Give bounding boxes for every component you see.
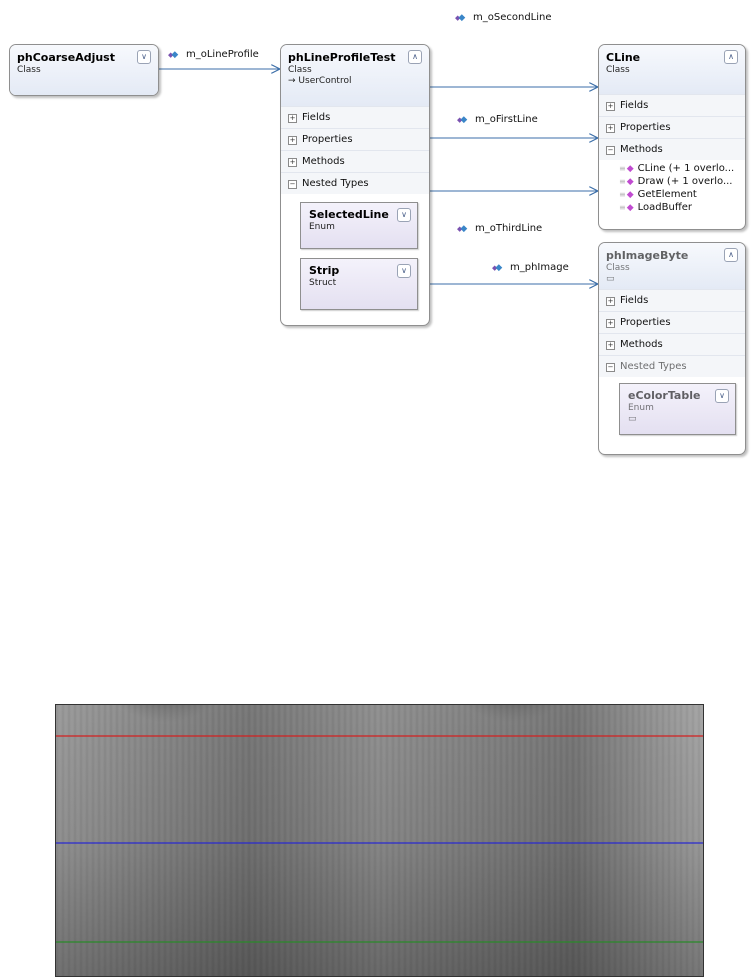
nested-type-strip[interactable]: Strip Struct ∨ (300, 258, 418, 310)
association-icon (168, 50, 180, 60)
assoc-label-second-line: m_oSecondLine (455, 12, 552, 23)
nested-type-name: SelectedLine (309, 208, 389, 221)
expand-plus-icon[interactable]: + (288, 158, 297, 167)
section-nested-types[interactable]: − Nested Types (599, 355, 745, 377)
class-name: CLine (606, 51, 641, 64)
expand-plus-icon[interactable]: + (606, 124, 615, 133)
class-name: phLineProfileTest (288, 51, 396, 64)
class-name: phCoarseAdjust (17, 51, 115, 64)
collapse-minus-icon[interactable]: − (288, 180, 297, 189)
section-properties[interactable]: + Properties (599, 311, 745, 333)
method-item[interactable]: ◆CLine (+ 1 overlo... (599, 162, 745, 175)
collapse-chevron-icon[interactable]: ∧ (724, 50, 738, 64)
assoc-label-image: m_phImage (492, 262, 569, 273)
assoc-label-first-line: m_oFirstLine (457, 114, 538, 125)
expand-plus-icon[interactable]: + (288, 136, 297, 145)
nested-type-kind: Enum (309, 222, 335, 232)
nested-type-ecolortable[interactable]: eColorTable Enum ▭ ∨ (619, 383, 736, 435)
nested-type-name: eColorTable (628, 389, 701, 402)
class-cline[interactable]: CLine Class ∧ + Fields + Properties − Metho… (598, 44, 746, 230)
class-phlineprofiletest[interactable]: phLineProfileTest Class → UserControl ∧ … (280, 44, 430, 326)
section-methods[interactable]: − Methods (599, 138, 745, 160)
class-kind: Class (17, 65, 41, 75)
class-header: phCoarseAdjust Class ∨ (10, 45, 158, 95)
nested-type-kind: Struct (309, 278, 337, 288)
section-properties[interactable]: + Properties (599, 116, 745, 138)
expand-chevron-icon[interactable]: ∨ (397, 208, 411, 222)
association-icon (457, 115, 469, 125)
class-phcoarseadjust[interactable]: phCoarseAdjust Class ∨ (9, 44, 159, 96)
method-icon: ◆ (619, 190, 634, 200)
expand-chevron-icon[interactable]: ∨ (397, 264, 411, 278)
expand-plus-icon[interactable]: + (606, 319, 615, 328)
method-icon: ◆ (619, 203, 634, 213)
base-type: → UserControl (288, 76, 352, 86)
expand-plus-icon[interactable]: + (606, 341, 615, 350)
method-icon: ◆ (619, 177, 634, 187)
class-name: phImageByte (606, 249, 689, 262)
method-item[interactable]: ◆LoadBuffer (599, 201, 745, 214)
expand-chevron-icon[interactable]: ∨ (137, 50, 151, 64)
assoc-label-third-line: m_oThirdLine (457, 223, 542, 234)
section-fields[interactable]: + Fields (281, 106, 429, 128)
nested-type-selectedline[interactable]: SelectedLine Enum ∨ (300, 202, 418, 249)
association-icon (457, 224, 469, 234)
method-icon: ◆ (619, 164, 634, 174)
expand-chevron-icon[interactable]: ∨ (715, 389, 729, 403)
inherit-arrow-icon: → (288, 76, 296, 86)
expand-plus-icon[interactable]: + (606, 102, 615, 111)
method-list: ◆CLine (+ 1 overlo... ◆Draw (+ 1 overlo.… (599, 160, 745, 214)
collapse-chevron-icon[interactable]: ∧ (724, 248, 738, 262)
class-header: CLine Class ∧ (599, 45, 745, 94)
class-header: phLineProfileTest Class → UserControl ∧ (281, 45, 429, 106)
expand-plus-icon[interactable]: + (606, 297, 615, 306)
class-kind: Class (288, 65, 312, 75)
internal-access-icon: ▭ (606, 274, 615, 284)
section-methods[interactable]: + Methods (599, 333, 745, 355)
method-item[interactable]: ◆Draw (+ 1 overlo... (599, 175, 745, 188)
section-nested-types[interactable]: − Nested Types (281, 172, 429, 194)
class-kind: Class (606, 65, 630, 75)
section-fields[interactable]: + Fields (599, 94, 745, 116)
class-phimagebyte[interactable]: phImageByte Class ▭ ∧ + Fields + Propertie… (598, 242, 746, 455)
line-profile-image (55, 704, 704, 977)
collapse-chevron-icon[interactable]: ∧ (408, 50, 422, 64)
method-item[interactable]: ◆GetElement (599, 188, 745, 201)
section-methods[interactable]: + Methods (281, 150, 429, 172)
internal-access-icon: ▭ (628, 414, 637, 424)
assoc-label-line-profile: m_oLineProfile (168, 49, 259, 60)
class-kind: Class (606, 263, 630, 273)
collapse-minus-icon[interactable]: − (606, 363, 615, 372)
association-icon (455, 13, 467, 23)
expand-plus-icon[interactable]: + (288, 114, 297, 123)
section-properties[interactable]: + Properties (281, 128, 429, 150)
nested-type-kind: Enum (628, 403, 654, 413)
collapse-minus-icon[interactable]: − (606, 146, 615, 155)
profile-image-svg (56, 705, 703, 976)
section-fields[interactable]: + Fields (599, 289, 745, 311)
class-header: phImageByte Class ▭ ∧ (599, 243, 745, 289)
association-icon (492, 263, 504, 273)
nested-type-name: Strip (309, 264, 340, 277)
